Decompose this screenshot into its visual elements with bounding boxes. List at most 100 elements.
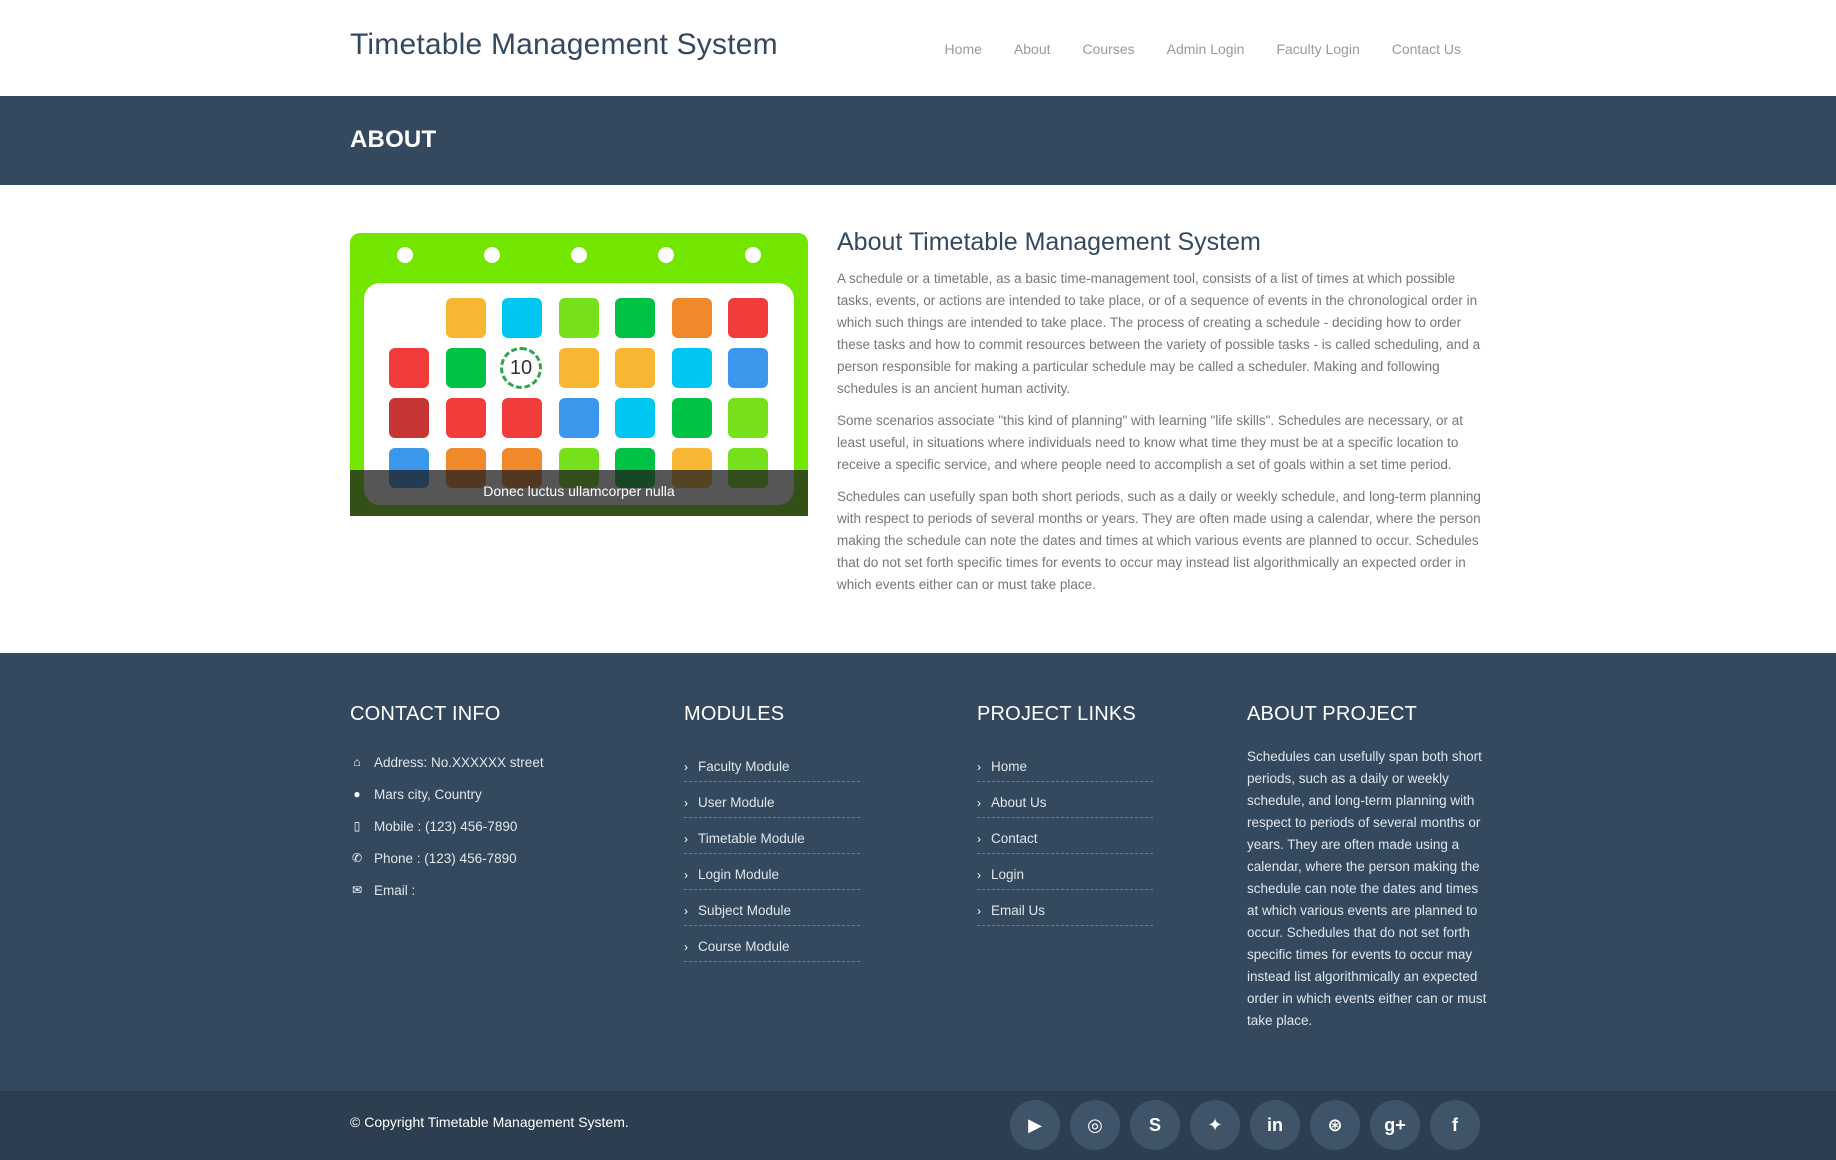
- chevron-right-icon: ›: [977, 867, 981, 882]
- chevron-right-icon: ›: [684, 795, 688, 810]
- google-plus-icon[interactable]: g+: [1370, 1100, 1420, 1150]
- about-paragraph: A schedule or a timetable, as a basic ti…: [837, 271, 1481, 396]
- about-project-heading: ABOUT PROJECT: [1247, 703, 1418, 725]
- about-project-text: Schedules can usefully span both short p…: [1247, 749, 1487, 1028]
- dribbble-icon[interactable]: ⊛: [1310, 1100, 1360, 1150]
- module-link-label: Course Module: [698, 939, 790, 954]
- module-link-label: Timetable Module: [698, 831, 805, 846]
- mobile-icon: ▯: [353, 819, 361, 833]
- about-section: About Timetable Management System A sche…: [837, 228, 1487, 606]
- modules-heading: MODULES: [684, 703, 785, 725]
- youtube-icon[interactable]: ▶: [1010, 1100, 1060, 1150]
- phone-icon: ✆: [351, 851, 363, 865]
- calendar-cell: [559, 348, 599, 388]
- chevron-right-icon: ›: [684, 939, 688, 954]
- contact-email-text: Email :: [374, 882, 416, 898]
- chevron-right-icon: ›: [684, 867, 688, 882]
- contact-mobile: ▯ Mobile : (123) 456-7890: [350, 810, 544, 842]
- nav-contact-us[interactable]: Contact Us: [1392, 41, 1461, 57]
- calendar-cell: [615, 298, 655, 338]
- module-link-timetable[interactable]: › Timetable Module: [684, 818, 860, 854]
- calendar-image: 10 Donec luctus ullamcorper nulla: [350, 233, 808, 516]
- contact-email: ✉ Email :: [350, 874, 544, 906]
- contact-address: ⌂ Address: No.XXXXXX street: [350, 746, 544, 778]
- module-link-subject[interactable]: › Subject Module: [684, 890, 860, 926]
- modules-column: MODULES › Faculty Module › User Module › Ti…: [684, 703, 860, 962]
- module-link-faculty[interactable]: › Faculty Module: [684, 746, 860, 782]
- copyright-text: © Copyright Timetable Management System.: [350, 1114, 629, 1130]
- calendar-hole: [658, 247, 674, 263]
- chevron-right-icon: ›: [684, 759, 688, 774]
- calendar-cell: [728, 398, 768, 438]
- footer-link-home[interactable]: › Home: [977, 746, 1153, 782]
- calendar-cell: [389, 348, 429, 388]
- calendar-cell: [502, 398, 542, 438]
- footer-link-label: Contact: [991, 831, 1038, 846]
- footer-link-about-us[interactable]: › About Us: [977, 782, 1153, 818]
- module-link-course[interactable]: › Course Module: [684, 926, 860, 962]
- contact-phone-text: Phone : (123) 456-7890: [374, 850, 517, 866]
- site-header: Timetable Management System Home About C…: [0, 0, 1836, 96]
- nav-courses[interactable]: Courses: [1083, 41, 1135, 57]
- nav-about[interactable]: About: [1014, 41, 1051, 57]
- envelope-icon: ✉: [351, 883, 363, 897]
- home-icon: ⌂: [353, 755, 361, 769]
- project-links-list: › Home › About Us › Contact › Login › Email U…: [977, 746, 1153, 926]
- nav-faculty-login[interactable]: Faculty Login: [1276, 41, 1359, 57]
- footer-link-login[interactable]: › Login: [977, 854, 1153, 890]
- calendar-cell: [672, 398, 712, 438]
- calendar-cell: [615, 348, 655, 388]
- chevron-right-icon: ›: [684, 831, 688, 846]
- page-title: ABOUT: [350, 126, 437, 153]
- module-link-label: User Module: [698, 795, 775, 810]
- contact-phone: ✆ Phone : (123) 456-7890: [350, 842, 544, 874]
- chevron-right-icon: ›: [977, 759, 981, 774]
- calendar-cell: [446, 298, 486, 338]
- site-footer: CONTACT INFO ⌂ Address: No.XXXXXX street…: [0, 653, 1836, 1091]
- modules-list: › Faculty Module › User Module › Timetable …: [684, 746, 860, 962]
- facebook-icon[interactable]: f: [1430, 1100, 1480, 1150]
- nav-home[interactable]: Home: [945, 41, 982, 57]
- module-link-label: Faculty Module: [698, 759, 790, 774]
- calendar-cell: [615, 398, 655, 438]
- footer-link-label: Home: [991, 759, 1028, 774]
- page-title-band: ABOUT: [0, 96, 1836, 185]
- calendar-cell: [728, 348, 768, 388]
- about-project-column: ABOUT PROJECT Schedules can usefully spa…: [1247, 703, 1487, 1032]
- module-link-login[interactable]: › Login Module: [684, 854, 860, 890]
- contact-address-text: Address: No.XXXXXX street: [374, 754, 544, 770]
- project-links-column: PROJECT LINKS › Home › About Us › Contact ›…: [977, 703, 1153, 926]
- calendar-hole: [745, 247, 761, 263]
- contact-info-heading: CONTACT INFO: [350, 703, 501, 725]
- globe-icon: ●: [353, 787, 361, 801]
- twitter-icon[interactable]: ✦: [1190, 1100, 1240, 1150]
- footer-link-label: About Us: [991, 795, 1047, 810]
- calendar-cell: [559, 398, 599, 438]
- contact-info-column: CONTACT INFO ⌂ Address: No.XXXXXX street…: [350, 703, 544, 906]
- module-link-user[interactable]: › User Module: [684, 782, 860, 818]
- brand-logo[interactable]: Timetable Management System: [350, 28, 778, 62]
- github-icon[interactable]: ◎: [1070, 1100, 1120, 1150]
- calendar-hole: [397, 247, 413, 263]
- footer-link-label: Email Us: [991, 903, 1046, 918]
- nav-admin-login[interactable]: Admin Login: [1167, 41, 1245, 57]
- linkedin-icon[interactable]: in: [1250, 1100, 1300, 1150]
- image-caption: Donec luctus ullamcorper nulla: [350, 470, 808, 516]
- calendar-cell: [446, 398, 486, 438]
- chevron-right-icon: ›: [684, 903, 688, 918]
- footer-link-email-us[interactable]: › Email Us: [977, 890, 1153, 926]
- project-links-heading: PROJECT LINKS: [977, 703, 1136, 725]
- module-link-label: Login Module: [698, 867, 780, 882]
- footer-link-contact[interactable]: › Contact: [977, 818, 1153, 854]
- calendar-hole: [484, 247, 500, 263]
- module-link-label: Subject Module: [698, 903, 792, 918]
- calendar-cell: [502, 298, 542, 338]
- skype-icon[interactable]: S: [1130, 1100, 1180, 1150]
- contact-city: ● Mars city, Country: [350, 778, 544, 810]
- copyright-bar: © Copyright Timetable Management System.…: [0, 1091, 1836, 1160]
- calendar-cell: [559, 298, 599, 338]
- calendar-highlight-day: 10: [500, 347, 542, 389]
- calendar-cell: [446, 348, 486, 388]
- calendar-cell: [672, 348, 712, 388]
- contact-mobile-text: Mobile : (123) 456-7890: [374, 818, 518, 834]
